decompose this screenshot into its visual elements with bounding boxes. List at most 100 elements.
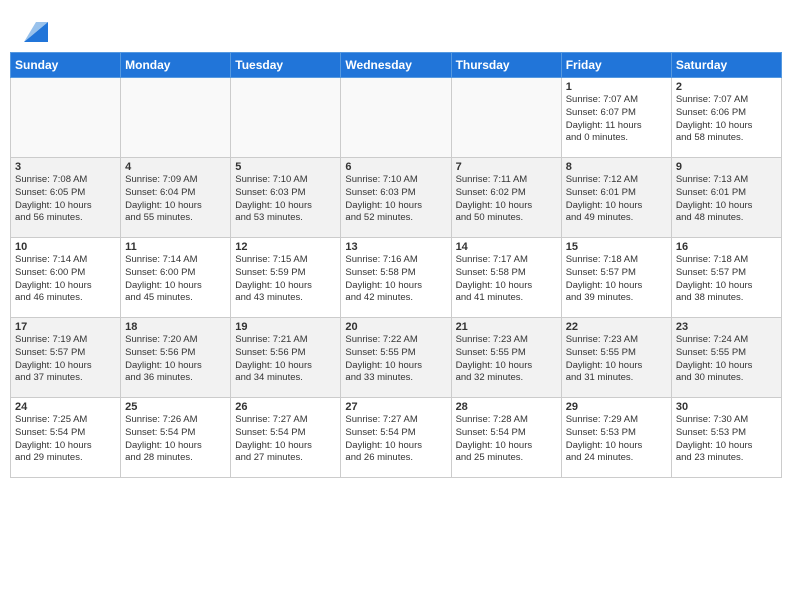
day-info: Sunrise: 7:15 AM Sunset: 5:59 PM Dayligh… (235, 254, 336, 305)
calendar-cell: 28Sunrise: 7:28 AM Sunset: 5:54 PM Dayli… (451, 398, 561, 478)
day-number: 20 (345, 321, 446, 333)
calendar-cell (121, 78, 231, 158)
calendar-cell: 10Sunrise: 7:14 AM Sunset: 6:00 PM Dayli… (11, 238, 121, 318)
day-info: Sunrise: 7:16 AM Sunset: 5:58 PM Dayligh… (345, 254, 446, 305)
day-info: Sunrise: 7:12 AM Sunset: 6:01 PM Dayligh… (566, 174, 667, 225)
calendar-header: SundayMondayTuesdayWednesdayThursdayFrid… (11, 53, 782, 78)
calendar-week-2: 3Sunrise: 7:08 AM Sunset: 6:05 PM Daylig… (11, 158, 782, 238)
calendar-cell: 9Sunrise: 7:13 AM Sunset: 6:01 PM Daylig… (671, 158, 781, 238)
day-info: Sunrise: 7:21 AM Sunset: 5:56 PM Dayligh… (235, 334, 336, 385)
calendar-cell: 24Sunrise: 7:25 AM Sunset: 5:54 PM Dayli… (11, 398, 121, 478)
calendar-cell: 7Sunrise: 7:11 AM Sunset: 6:02 PM Daylig… (451, 158, 561, 238)
day-info: Sunrise: 7:27 AM Sunset: 5:54 PM Dayligh… (345, 414, 446, 465)
day-info: Sunrise: 7:13 AM Sunset: 6:01 PM Dayligh… (676, 174, 777, 225)
day-number: 2 (676, 81, 777, 93)
weekday-header-wednesday: Wednesday (341, 53, 451, 78)
calendar-week-1: 1Sunrise: 7:07 AM Sunset: 6:07 PM Daylig… (11, 78, 782, 158)
day-number: 23 (676, 321, 777, 333)
day-number: 3 (15, 161, 116, 173)
calendar-cell: 22Sunrise: 7:23 AM Sunset: 5:55 PM Dayli… (561, 318, 671, 398)
calendar-cell: 19Sunrise: 7:21 AM Sunset: 5:56 PM Dayli… (231, 318, 341, 398)
calendar-cell: 13Sunrise: 7:16 AM Sunset: 5:58 PM Dayli… (341, 238, 451, 318)
day-number: 8 (566, 161, 667, 173)
day-number: 1 (566, 81, 667, 93)
calendar-table: SundayMondayTuesdayWednesdayThursdayFrid… (10, 52, 782, 478)
calendar-cell: 18Sunrise: 7:20 AM Sunset: 5:56 PM Dayli… (121, 318, 231, 398)
calendar-cell: 2Sunrise: 7:07 AM Sunset: 6:06 PM Daylig… (671, 78, 781, 158)
day-info: Sunrise: 7:09 AM Sunset: 6:04 PM Dayligh… (125, 174, 226, 225)
weekday-header-sunday: Sunday (11, 53, 121, 78)
day-info: Sunrise: 7:11 AM Sunset: 6:02 PM Dayligh… (456, 174, 557, 225)
calendar-cell: 26Sunrise: 7:27 AM Sunset: 5:54 PM Dayli… (231, 398, 341, 478)
calendar-cell: 25Sunrise: 7:26 AM Sunset: 5:54 PM Dayli… (121, 398, 231, 478)
day-info: Sunrise: 7:14 AM Sunset: 6:00 PM Dayligh… (125, 254, 226, 305)
day-info: Sunrise: 7:07 AM Sunset: 6:06 PM Dayligh… (676, 94, 777, 145)
calendar-cell: 3Sunrise: 7:08 AM Sunset: 6:05 PM Daylig… (11, 158, 121, 238)
day-number: 13 (345, 241, 446, 253)
day-info: Sunrise: 7:10 AM Sunset: 6:03 PM Dayligh… (345, 174, 446, 225)
day-info: Sunrise: 7:10 AM Sunset: 6:03 PM Dayligh… (235, 174, 336, 225)
day-info: Sunrise: 7:22 AM Sunset: 5:55 PM Dayligh… (345, 334, 446, 385)
day-number: 6 (345, 161, 446, 173)
weekday-header-monday: Monday (121, 53, 231, 78)
day-info: Sunrise: 7:20 AM Sunset: 5:56 PM Dayligh… (125, 334, 226, 385)
calendar-body: 1Sunrise: 7:07 AM Sunset: 6:07 PM Daylig… (11, 78, 782, 478)
day-number: 18 (125, 321, 226, 333)
day-info: Sunrise: 7:17 AM Sunset: 5:58 PM Dayligh… (456, 254, 557, 305)
day-number: 27 (345, 401, 446, 413)
day-number: 14 (456, 241, 557, 253)
calendar-cell: 23Sunrise: 7:24 AM Sunset: 5:55 PM Dayli… (671, 318, 781, 398)
weekday-header-friday: Friday (561, 53, 671, 78)
day-info: Sunrise: 7:25 AM Sunset: 5:54 PM Dayligh… (15, 414, 116, 465)
calendar-cell: 4Sunrise: 7:09 AM Sunset: 6:04 PM Daylig… (121, 158, 231, 238)
logo-icon (16, 14, 48, 46)
day-number: 16 (676, 241, 777, 253)
day-info: Sunrise: 7:07 AM Sunset: 6:07 PM Dayligh… (566, 94, 667, 145)
weekday-header-tuesday: Tuesday (231, 53, 341, 78)
day-number: 29 (566, 401, 667, 413)
calendar-cell: 1Sunrise: 7:07 AM Sunset: 6:07 PM Daylig… (561, 78, 671, 158)
day-info: Sunrise: 7:23 AM Sunset: 5:55 PM Dayligh… (566, 334, 667, 385)
day-info: Sunrise: 7:30 AM Sunset: 5:53 PM Dayligh… (676, 414, 777, 465)
calendar-cell: 8Sunrise: 7:12 AM Sunset: 6:01 PM Daylig… (561, 158, 671, 238)
weekday-header-thursday: Thursday (451, 53, 561, 78)
day-info: Sunrise: 7:27 AM Sunset: 5:54 PM Dayligh… (235, 414, 336, 465)
calendar-cell: 12Sunrise: 7:15 AM Sunset: 5:59 PM Dayli… (231, 238, 341, 318)
calendar-cell: 21Sunrise: 7:23 AM Sunset: 5:55 PM Dayli… (451, 318, 561, 398)
day-number: 15 (566, 241, 667, 253)
calendar-week-4: 17Sunrise: 7:19 AM Sunset: 5:57 PM Dayli… (11, 318, 782, 398)
weekday-header-row: SundayMondayTuesdayWednesdayThursdayFrid… (11, 53, 782, 78)
day-info: Sunrise: 7:18 AM Sunset: 5:57 PM Dayligh… (676, 254, 777, 305)
day-info: Sunrise: 7:08 AM Sunset: 6:05 PM Dayligh… (15, 174, 116, 225)
calendar-cell (341, 78, 451, 158)
calendar-cell (451, 78, 561, 158)
logo (14, 14, 48, 46)
calendar-cell: 20Sunrise: 7:22 AM Sunset: 5:55 PM Dayli… (341, 318, 451, 398)
day-number: 22 (566, 321, 667, 333)
day-number: 10 (15, 241, 116, 253)
day-info: Sunrise: 7:24 AM Sunset: 5:55 PM Dayligh… (676, 334, 777, 385)
calendar-cell: 6Sunrise: 7:10 AM Sunset: 6:03 PM Daylig… (341, 158, 451, 238)
day-number: 4 (125, 161, 226, 173)
calendar-week-5: 24Sunrise: 7:25 AM Sunset: 5:54 PM Dayli… (11, 398, 782, 478)
day-number: 30 (676, 401, 777, 413)
calendar-cell: 11Sunrise: 7:14 AM Sunset: 6:00 PM Dayli… (121, 238, 231, 318)
calendar-cell: 16Sunrise: 7:18 AM Sunset: 5:57 PM Dayli… (671, 238, 781, 318)
day-number: 21 (456, 321, 557, 333)
calendar-cell: 14Sunrise: 7:17 AM Sunset: 5:58 PM Dayli… (451, 238, 561, 318)
calendar-cell: 5Sunrise: 7:10 AM Sunset: 6:03 PM Daylig… (231, 158, 341, 238)
day-info: Sunrise: 7:29 AM Sunset: 5:53 PM Dayligh… (566, 414, 667, 465)
day-number: 11 (125, 241, 226, 253)
calendar-cell (231, 78, 341, 158)
day-number: 5 (235, 161, 336, 173)
day-info: Sunrise: 7:18 AM Sunset: 5:57 PM Dayligh… (566, 254, 667, 305)
day-number: 24 (15, 401, 116, 413)
day-info: Sunrise: 7:28 AM Sunset: 5:54 PM Dayligh… (456, 414, 557, 465)
calendar-cell (11, 78, 121, 158)
day-number: 9 (676, 161, 777, 173)
calendar-cell: 15Sunrise: 7:18 AM Sunset: 5:57 PM Dayli… (561, 238, 671, 318)
weekday-header-saturday: Saturday (671, 53, 781, 78)
calendar-cell: 27Sunrise: 7:27 AM Sunset: 5:54 PM Dayli… (341, 398, 451, 478)
calendar-cell: 17Sunrise: 7:19 AM Sunset: 5:57 PM Dayli… (11, 318, 121, 398)
day-info: Sunrise: 7:14 AM Sunset: 6:00 PM Dayligh… (15, 254, 116, 305)
